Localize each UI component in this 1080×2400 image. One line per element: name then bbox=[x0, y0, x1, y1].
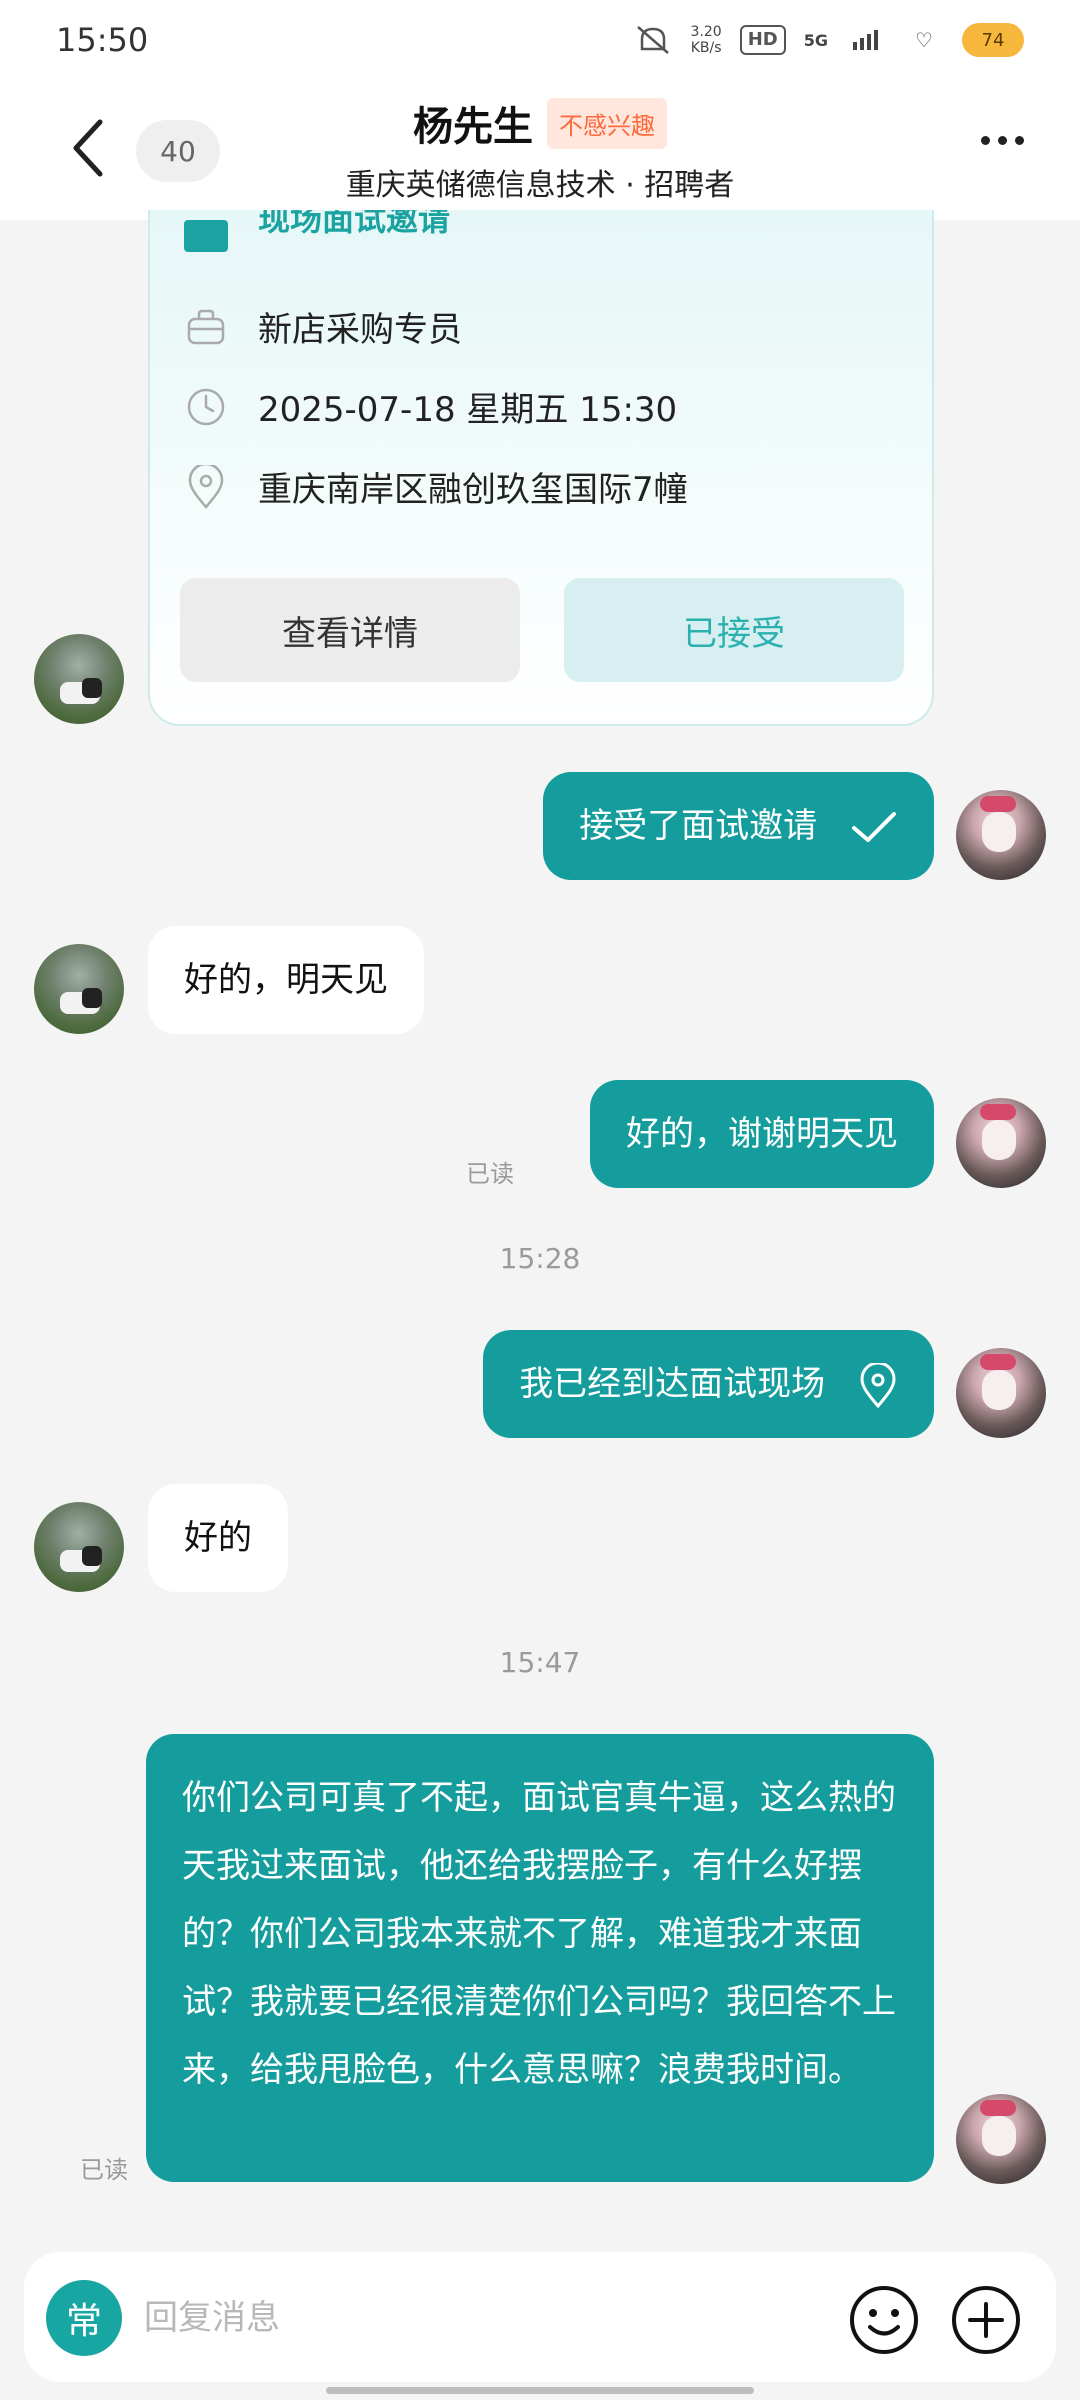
net-speed: 3.20 KB/s bbox=[691, 24, 722, 56]
avatar[interactable] bbox=[34, 944, 124, 1034]
briefcase-icon bbox=[184, 305, 228, 349]
avatar-detail bbox=[980, 2100, 1016, 2116]
status-icons: 3.20 KB/s HD 5G ♡ 74 bbox=[633, 20, 1024, 60]
status-bar: 15:50 3.20 KB/s HD 5G ♡ 74 bbox=[0, 0, 1080, 80]
avatar-detail bbox=[982, 1370, 1016, 1410]
hd-badge: HD bbox=[739, 25, 786, 55]
input-bar: 常 bbox=[0, 2230, 1080, 2400]
message-text: 你们公司可真了不起，面试官真牛逼，这么热的天我过来面试，他还给我摆脸子，有什么好… bbox=[182, 1778, 896, 2090]
battery-indicator: 74 bbox=[962, 23, 1024, 57]
more-button[interactable] bbox=[981, 136, 1024, 145]
message-text: 接受了面试邀请 bbox=[579, 806, 818, 846]
plus-icon bbox=[952, 2286, 1020, 2354]
card-location-row: 重庆南岸区融创玖玺国际7幢 bbox=[184, 462, 688, 511]
hearts-icon: ♡ bbox=[915, 28, 933, 52]
more-icon-dot bbox=[1015, 136, 1024, 145]
card-position-row: 新店采购专员 bbox=[184, 302, 462, 351]
clock-icon bbox=[184, 385, 228, 429]
chat-header: 40 杨先生 不感兴趣 重庆英储德信息技术 · 招聘者 bbox=[0, 80, 1080, 220]
message-bubble-outgoing[interactable]: 好的，谢谢明天见 bbox=[590, 1080, 934, 1188]
checkmark-icon bbox=[850, 810, 898, 846]
interview-invitation-card: 现场面试邀请 新店采购专员 2025-07-18 星期五 15:30 重庆南岸区… bbox=[148, 210, 934, 726]
message-text: 我已经到达面试现场 bbox=[519, 1364, 826, 1404]
contact-name: 杨先生 bbox=[413, 104, 533, 150]
card-title: 现场面试邀请 bbox=[258, 210, 450, 254]
message-input-box: 常 bbox=[24, 2252, 1056, 2382]
emoji-button[interactable] bbox=[846, 2282, 922, 2358]
bell-muted-icon bbox=[633, 20, 673, 60]
avatar[interactable] bbox=[956, 1348, 1046, 1438]
net-speed-unit: KB/s bbox=[690, 40, 722, 56]
common-phrases-button[interactable]: 常 bbox=[46, 2280, 122, 2356]
timestamp: 15:28 bbox=[499, 1242, 581, 1275]
card-title-text: 现场面试邀请 bbox=[258, 210, 451, 238]
message-text: 好的，明天见 bbox=[184, 960, 388, 1000]
avatar[interactable] bbox=[956, 790, 1046, 880]
message-text: 好的，谢谢明天见 bbox=[626, 1114, 898, 1154]
avatar-detail bbox=[982, 812, 1016, 852]
message-bubble-incoming[interactable]: 好的，明天见 bbox=[148, 926, 424, 1034]
avatar[interactable] bbox=[956, 2094, 1046, 2184]
avatar[interactable] bbox=[956, 1098, 1046, 1188]
message-bubble-outgoing[interactable]: 接受了面试邀请 bbox=[543, 772, 934, 880]
network-type: 5G bbox=[803, 30, 828, 50]
message-bubble-incoming[interactable]: 好的 bbox=[148, 1484, 288, 1592]
accepted-button[interactable]: 已接受 bbox=[564, 578, 904, 682]
net-speed-value: 3.20 bbox=[690, 24, 722, 40]
timestamp: 15:47 bbox=[499, 1646, 581, 1679]
message-bubble-outgoing[interactable]: 你们公司可真了不起，面试官真牛逼，这么热的天我过来面试，他还给我摆脸子，有什么好… bbox=[146, 1734, 934, 2182]
position-name: 新店采购专员 bbox=[258, 310, 462, 350]
avatar-detail bbox=[82, 988, 102, 1008]
read-receipt: 已读 bbox=[80, 2156, 128, 2184]
reply-input[interactable] bbox=[142, 2290, 702, 2346]
avatar-detail bbox=[980, 1354, 1016, 1370]
plus-button[interactable] bbox=[948, 2282, 1024, 2358]
avatar-detail bbox=[980, 1104, 1016, 1120]
title-row: 杨先生 不感兴趣 bbox=[0, 94, 1080, 152]
status-tag[interactable]: 不感兴趣 bbox=[547, 97, 667, 149]
interview-datetime: 2025-07-18 星期五 15:30 bbox=[258, 390, 678, 430]
avatar-detail bbox=[982, 2116, 1016, 2156]
calendar-icon bbox=[184, 220, 228, 252]
avatar[interactable] bbox=[34, 634, 124, 724]
location-pin-icon bbox=[858, 1362, 898, 1409]
more-icon bbox=[981, 136, 990, 145]
home-indicator[interactable] bbox=[326, 2387, 754, 2394]
location-pin-icon bbox=[184, 464, 228, 509]
avatar-detail bbox=[82, 678, 102, 698]
card-datetime-row: 2025-07-18 星期五 15:30 bbox=[184, 382, 677, 431]
read-receipt: 已读 bbox=[466, 1160, 514, 1188]
interview-location: 重庆南岸区融创玖玺国际7幢 bbox=[258, 470, 688, 510]
message-bubble-outgoing[interactable]: 我已经到达面试现场 bbox=[483, 1330, 934, 1438]
avatar[interactable] bbox=[34, 1502, 124, 1592]
emoji-icon bbox=[850, 2286, 918, 2354]
avatar-detail bbox=[82, 1546, 102, 1566]
view-details-button[interactable]: 查看详情 bbox=[180, 578, 520, 682]
contact-subtitle: 重庆英储德信息技术 · 招聘者 bbox=[345, 168, 735, 203]
avatar-detail bbox=[982, 1120, 1016, 1160]
signal-icon bbox=[846, 20, 886, 60]
message-text: 好的 bbox=[184, 1518, 252, 1558]
avatar-detail bbox=[980, 796, 1016, 812]
status-time: 15:50 bbox=[56, 21, 149, 59]
more-icon-dot bbox=[998, 136, 1007, 145]
